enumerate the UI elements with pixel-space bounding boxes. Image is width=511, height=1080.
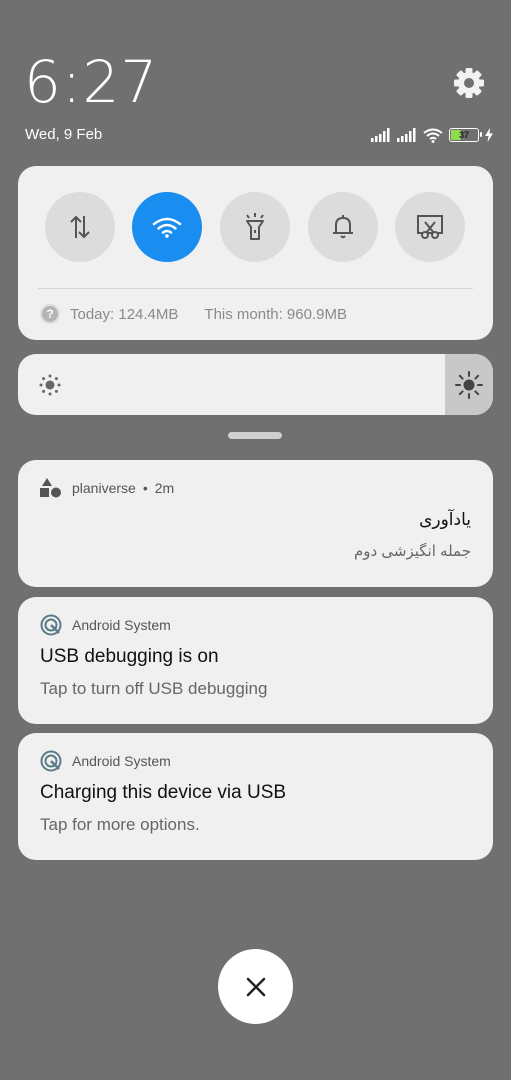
wifi-icon bbox=[152, 217, 182, 238]
notification-header: Android System bbox=[40, 614, 171, 636]
close-icon bbox=[246, 977, 265, 996]
date: Wed, 9 Feb bbox=[25, 126, 103, 143]
bell-icon bbox=[333, 215, 353, 239]
mobile-data-icon bbox=[70, 215, 90, 239]
wifi-toggle[interactable] bbox=[132, 192, 202, 262]
data-month: This month: 960.9MB bbox=[204, 305, 347, 323]
battery-icon: 37 bbox=[449, 128, 482, 142]
divider bbox=[38, 288, 473, 289]
notification-time: 2m bbox=[154, 480, 175, 496]
status-bar-icons: 37 bbox=[371, 125, 493, 145]
android-system-icon bbox=[40, 750, 62, 772]
notification-usb-charging[interactable]: Android System Charging this device via … bbox=[18, 733, 493, 860]
android-system-icon bbox=[40, 614, 62, 636]
mobile-data-toggle[interactable] bbox=[45, 192, 115, 262]
wifi-status-icon bbox=[423, 128, 443, 143]
data-today: Today: 124.4MB bbox=[70, 305, 179, 323]
notification-text: Tap for more options. bbox=[40, 815, 200, 834]
flashlight-icon bbox=[246, 213, 264, 240]
signal-2-icon bbox=[397, 128, 416, 142]
data-usage-row[interactable]: ? Today: 124.4MB This month: 960.9MB bbox=[40, 304, 347, 324]
screenshot-icon bbox=[417, 215, 443, 239]
notification-usb-debugging[interactable]: Android System USB debugging is on Tap t… bbox=[18, 597, 493, 724]
flashlight-toggle[interactable] bbox=[220, 192, 290, 262]
drag-handle[interactable] bbox=[228, 432, 282, 439]
settings-gear-icon[interactable] bbox=[452, 66, 486, 100]
screenshot-toggle[interactable] bbox=[395, 192, 465, 262]
help-icon: ? bbox=[40, 304, 60, 324]
notification-title: USB debugging is on bbox=[40, 646, 219, 667]
notification-header: Android System bbox=[40, 750, 171, 772]
notification-app-name: planiverse bbox=[72, 480, 136, 496]
clock: 6:27 bbox=[24, 48, 159, 116]
notification-text: Tap to turn off USB debugging bbox=[40, 679, 268, 698]
notification-text: جمله انگیزشی دوم bbox=[354, 543, 471, 560]
notification-header: planiverse • 2m bbox=[40, 477, 174, 499]
battery-level: 37 bbox=[458, 130, 469, 140]
notification-title: Charging this device via USB bbox=[40, 782, 287, 803]
notification-title: یادآوری bbox=[419, 510, 471, 529]
notification-planiverse[interactable]: planiverse • 2m یادآوری جمله انگیزشی دوم bbox=[18, 460, 493, 587]
brightness-low-icon bbox=[39, 374, 61, 396]
planiverse-app-icon bbox=[40, 477, 62, 499]
sound-toggle[interactable] bbox=[308, 192, 378, 262]
signal-1-icon bbox=[371, 128, 390, 142]
notification-app-name: Android System bbox=[72, 753, 171, 769]
clear-all-button[interactable] bbox=[218, 949, 293, 1024]
separator-dot: • bbox=[142, 480, 148, 496]
quick-settings-panel: ? Today: 124.4MB This month: 960.9MB bbox=[18, 166, 493, 340]
notification-app-name: Android System bbox=[72, 617, 171, 633]
brightness-high-icon bbox=[455, 370, 483, 399]
charging-bolt-icon bbox=[485, 128, 493, 142]
brightness-slider[interactable] bbox=[18, 354, 493, 415]
brightness-thumb[interactable] bbox=[445, 354, 493, 415]
